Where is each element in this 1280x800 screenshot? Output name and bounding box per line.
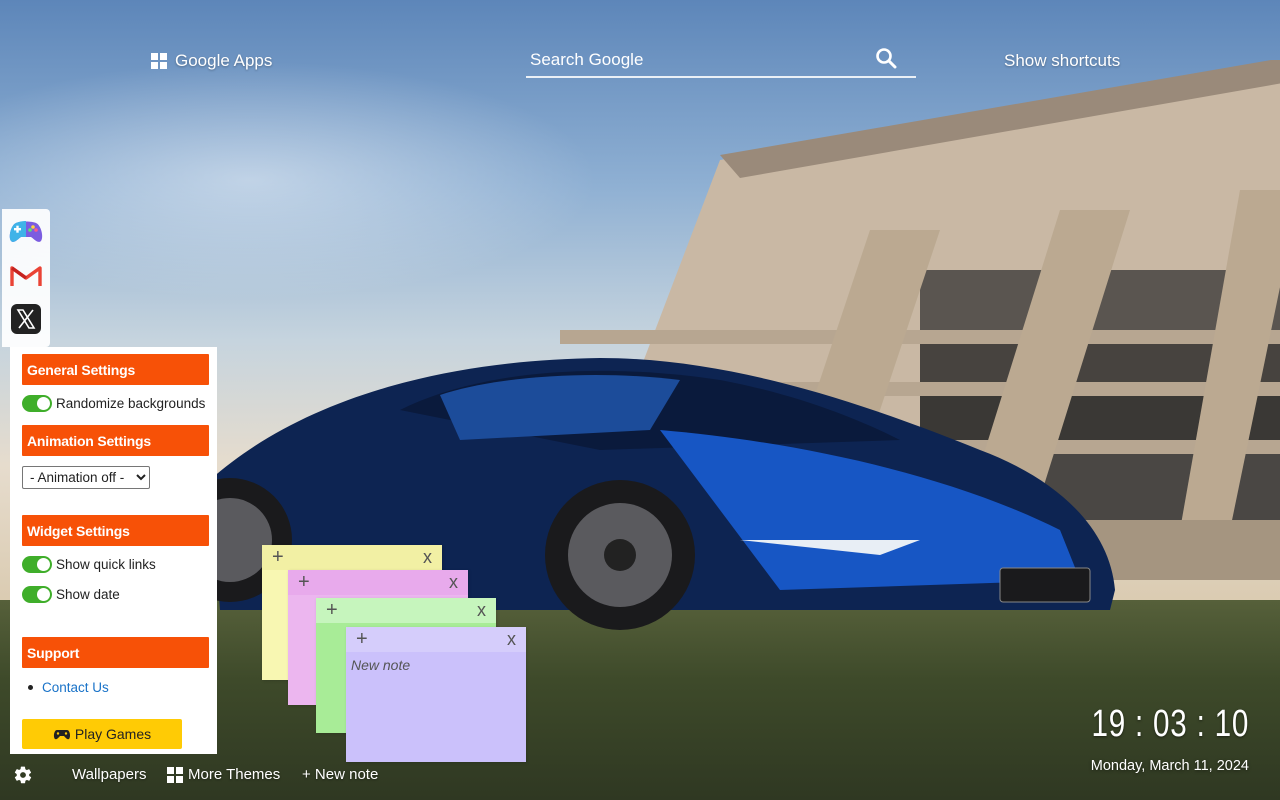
quick-link-gmail[interactable] (8, 259, 44, 293)
sticky-note-header[interactable]: + x (316, 598, 496, 623)
animation-select[interactable]: - Animation off - (22, 466, 150, 489)
animation-settings-heading: Animation Settings (22, 425, 209, 456)
bullet-icon (28, 685, 33, 690)
new-note-label: + New note (302, 766, 379, 783)
google-apps-label: Google Apps (175, 51, 273, 70)
randomize-backgrounds-toggle[interactable] (22, 395, 52, 412)
sticky-note-header[interactable]: + x (288, 570, 468, 595)
quick-link-games[interactable] (8, 215, 44, 249)
more-themes-label: More Themes (188, 766, 281, 783)
gamepad-small-icon (53, 729, 70, 739)
quick-links-bar (2, 209, 50, 347)
gamepad-icon (9, 221, 43, 242)
contact-us-link[interactable]: Contact Us (42, 680, 109, 695)
show-date-row: Show date (22, 586, 120, 603)
play-games-label: Play Games (74, 726, 152, 742)
more-themes-link[interactable]: More Themes (167, 766, 280, 783)
sticky-note-header[interactable]: + x (346, 627, 526, 652)
search-input[interactable] (530, 48, 860, 72)
quick-link-x[interactable] (8, 302, 44, 336)
settings-panel: General Settings Randomize backgrounds A… (10, 347, 217, 754)
show-quick-links-toggle[interactable] (22, 556, 52, 573)
general-settings-heading: General Settings (22, 354, 209, 385)
show-quick-links-label: Show quick links (56, 557, 156, 572)
close-note-icon[interactable]: x (507, 627, 516, 651)
show-shortcuts-link[interactable]: Show shortcuts (1004, 51, 1120, 71)
support-heading: Support (22, 637, 209, 668)
gear-icon[interactable] (13, 765, 33, 785)
clock-date: Monday, March 11, 2024 (1090, 758, 1249, 774)
sticky-note[interactable]: + x New note (346, 627, 526, 762)
themes-grid-icon (167, 766, 183, 783)
add-note-icon[interactable]: + (326, 598, 338, 623)
close-note-icon[interactable]: x (477, 598, 486, 622)
wallpapers-link[interactable]: Wallpapers (72, 766, 146, 783)
randomize-backgrounds-label: Randomize backgrounds (56, 396, 206, 411)
close-note-icon[interactable]: x (423, 545, 432, 569)
clock-time: 19 : 03 : 10 (1091, 703, 1249, 745)
x-twitter-icon (11, 304, 41, 334)
show-date-label: Show date (56, 587, 120, 602)
new-note-button[interactable]: + New note (302, 766, 378, 783)
add-note-icon[interactable]: + (356, 627, 368, 652)
search-box (526, 42, 916, 78)
wallpapers-label: Wallpapers (72, 766, 147, 783)
google-apps-link[interactable]: Google Apps (151, 51, 272, 71)
add-note-icon[interactable]: + (298, 570, 310, 595)
play-games-button[interactable]: Play Games (22, 719, 182, 749)
apps-grid-icon (151, 53, 167, 69)
contact-us-item: Contact Us (28, 680, 109, 695)
add-note-icon[interactable]: + (272, 545, 284, 570)
sticky-note-header[interactable]: + x (262, 545, 442, 570)
show-date-toggle[interactable] (22, 586, 52, 603)
close-note-icon[interactable]: x (449, 570, 458, 594)
sticky-note-text[interactable]: New note (351, 657, 410, 673)
show-quick-links-row: Show quick links (22, 556, 156, 573)
gmail-icon (10, 266, 42, 286)
search-icon[interactable] (874, 46, 898, 70)
randomize-backgrounds-row: Randomize backgrounds (22, 395, 205, 412)
widget-settings-heading: Widget Settings (22, 515, 209, 546)
